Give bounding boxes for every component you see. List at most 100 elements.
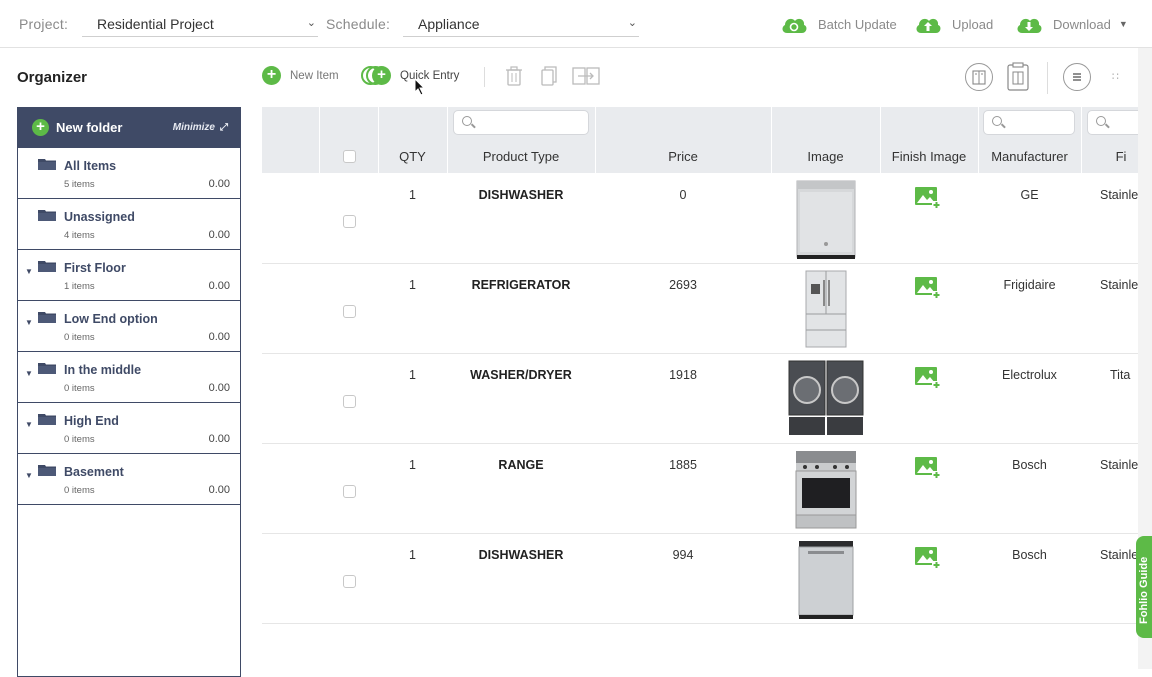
schedule-label: Schedule:	[326, 16, 391, 32]
minimize-label: Minimize	[172, 122, 215, 133]
project-select-value: Residential Project	[97, 16, 214, 32]
product-type-cell[interactable]: REFRIGERATOR	[447, 278, 595, 292]
move-icon[interactable]	[572, 66, 600, 86]
chevron-down-icon: ⌄	[306, 17, 316, 29]
manufacturer-cell[interactable]: Bosch	[978, 548, 1081, 562]
manufacturer-cell[interactable]: GE	[978, 188, 1081, 202]
table-row[interactable]: 1 DISHWASHER 0 GE Stainle	[262, 174, 1138, 264]
organizer-header: + New folder Minimize ⤢	[18, 107, 240, 148]
header-finish-image[interactable]: Finish Image	[880, 140, 978, 173]
header-manufacturer[interactable]: Manufacturer	[978, 140, 1081, 173]
schedule-select-value: Appliance	[418, 16, 480, 32]
table-row[interactable]: 1 RANGE 1885 Bosch Stainle	[262, 444, 1138, 534]
finish-cell[interactable]: Stainle	[1100, 458, 1138, 472]
row-checkbox[interactable]	[343, 485, 356, 498]
header-image[interactable]: Image	[771, 140, 880, 173]
qty-cell[interactable]: 1	[378, 188, 447, 202]
folder-item[interactable]: ▼ First Floor 1 items 0.00	[18, 250, 240, 301]
row-checkbox[interactable]	[343, 305, 356, 318]
folder-item-count: 0 items	[64, 485, 95, 496]
folder-item-count: 5 items	[64, 179, 95, 190]
caret-down-icon[interactable]: ▼	[25, 420, 33, 429]
product-type-cell[interactable]: RANGE	[447, 458, 595, 472]
qty-cell[interactable]: 1	[378, 458, 447, 472]
quick-entry-button[interactable]: + Quick Entry	[361, 66, 459, 85]
minimize-button[interactable]: Minimize ⤢	[173, 122, 228, 133]
add-image-icon[interactable]	[915, 277, 941, 299]
caret-down-icon[interactable]: ▼	[25, 267, 33, 276]
folder-item[interactable]: ▼ Basement 0 items 0.00	[18, 454, 240, 505]
cloud-refresh-icon	[782, 18, 807, 33]
header-price[interactable]: Price	[595, 140, 771, 173]
finish-cell[interactable]: Tita	[1110, 368, 1138, 382]
add-image-icon[interactable]	[915, 547, 941, 569]
fohlio-guide-tab[interactable]: Fohlio Guide	[1136, 536, 1152, 638]
copy-icon[interactable]	[541, 66, 557, 86]
row-checkbox[interactable]	[343, 215, 356, 228]
range-image[interactable]	[795, 450, 857, 530]
row-checkbox[interactable]	[343, 575, 356, 588]
price-cell[interactable]: 994	[595, 548, 771, 562]
trash-icon[interactable]	[506, 66, 522, 86]
table-row[interactable]: 1 REFRIGERATOR 2693 Frigidaire Stainle	[262, 264, 1138, 354]
folder-item[interactable]: Unassigned 4 items 0.00	[18, 199, 240, 250]
finish-filter-input[interactable]	[1087, 110, 1138, 135]
clipboard-icon[interactable]	[1006, 62, 1030, 92]
add-image-icon[interactable]	[915, 187, 941, 209]
refrigerator-image[interactable]	[805, 270, 847, 350]
table-row[interactable]: 1 DISHWASHER 994 Bosch Stainle	[262, 534, 1138, 624]
download-label: Download	[1053, 16, 1111, 32]
product-type-filter-input[interactable]	[453, 110, 589, 135]
manufacturer-filter-input[interactable]	[983, 110, 1075, 135]
upload-button[interactable]: Upload	[914, 12, 993, 36]
dishwasher-image[interactable]	[798, 540, 854, 620]
price-cell[interactable]: 2693	[595, 278, 771, 292]
add-image-icon[interactable]	[915, 367, 941, 389]
new-folder-button[interactable]: New folder	[56, 120, 122, 135]
plus-icon[interactable]: +	[32, 119, 49, 136]
header-qty[interactable]: QTY	[378, 140, 447, 173]
caret-down-icon[interactable]: ▼	[25, 369, 33, 378]
folder-item[interactable]: All Items 5 items 0.00	[18, 148, 240, 199]
book-view-button[interactable]	[965, 63, 993, 91]
finish-cell[interactable]: Stainle	[1100, 188, 1138, 202]
folder-item[interactable]: ▼ High End 0 items 0.00	[18, 403, 240, 454]
header-product-type[interactable]: Product Type	[447, 140, 595, 173]
batch-update-button[interactable]: Batch Update	[780, 12, 897, 36]
qty-cell[interactable]: 1	[378, 368, 447, 382]
qty-cell[interactable]: 1	[378, 548, 447, 562]
folder-item[interactable]: ▼ Low End option 0 items 0.00	[18, 301, 240, 352]
folder-list: All Items 5 items 0.00 Unassigned 4 items 0.0…	[18, 148, 240, 505]
price-cell[interactable]: 0	[595, 188, 771, 202]
product-type-cell[interactable]: DISHWASHER	[447, 188, 595, 202]
price-cell[interactable]: 1918	[595, 368, 771, 382]
manufacturer-cell[interactable]: Frigidaire	[978, 278, 1081, 292]
manufacturer-cell[interactable]: Electrolux	[978, 368, 1081, 382]
caret-down-icon[interactable]: ▼	[1119, 19, 1128, 29]
product-type-cell[interactable]: DISHWASHER	[447, 548, 595, 562]
dishwasher-image[interactable]	[796, 180, 856, 260]
price-cell[interactable]: 1885	[595, 458, 771, 472]
new-item-button[interactable]: + New Item	[262, 66, 339, 85]
caret-down-icon[interactable]: ▼	[25, 318, 33, 327]
project-select[interactable]: Residential Project ⌄	[82, 10, 318, 37]
list-view-button[interactable]	[1063, 63, 1091, 91]
washer-dryer-image[interactable]	[788, 360, 864, 436]
table-row[interactable]: 1 WASHER/DRYER 1918 Electrolux Tita	[262, 354, 1138, 444]
finish-cell[interactable]: Stainle	[1100, 548, 1138, 562]
schedule-select[interactable]: Appliance ⌄	[403, 10, 639, 37]
folder-item[interactable]: ▼ In the middle 0 items 0.00	[18, 352, 240, 403]
header-finish[interactable]: Fi	[1081, 140, 1138, 173]
grid-view-icon[interactable]: ∷	[1112, 70, 1119, 83]
quick-entry-label: Quick Entry	[400, 69, 460, 82]
folder-total: 0.00	[208, 484, 230, 496]
qty-cell[interactable]: 1	[378, 278, 447, 292]
manufacturer-cell[interactable]: Bosch	[978, 458, 1081, 472]
caret-down-icon[interactable]: ▼	[25, 471, 33, 480]
download-button[interactable]: Download ▼	[1015, 12, 1128, 36]
row-checkbox[interactable]	[343, 395, 356, 408]
finish-cell[interactable]: Stainle	[1100, 278, 1138, 292]
add-image-icon[interactable]	[915, 457, 941, 479]
product-type-cell[interactable]: WASHER/DRYER	[447, 368, 595, 382]
select-all-checkbox[interactable]	[343, 150, 356, 163]
